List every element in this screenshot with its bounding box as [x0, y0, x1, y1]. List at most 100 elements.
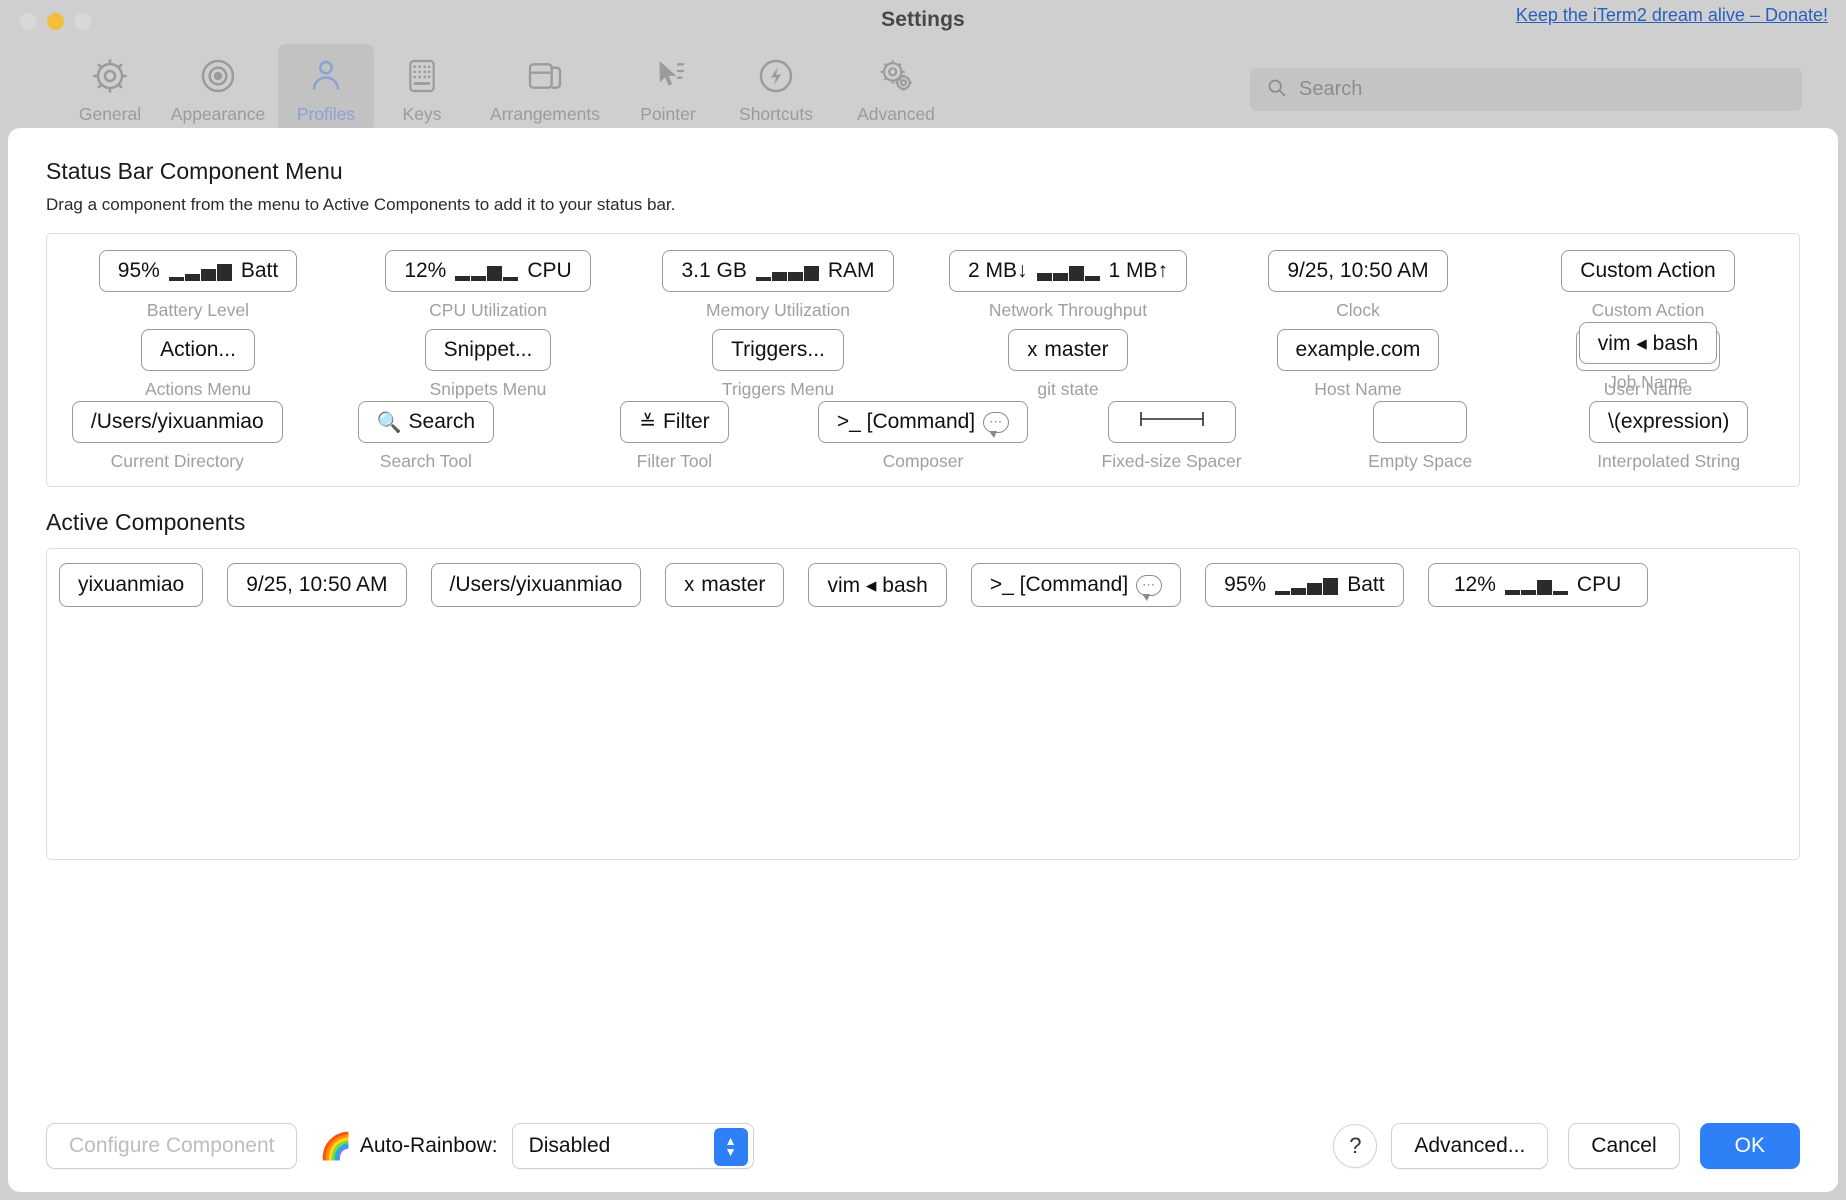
active-chip-job[interactable]: vim ◂ bash [808, 563, 946, 607]
magnifier-icon: 🔍 [377, 410, 402, 435]
component-label: Interpolated String [1597, 451, 1740, 472]
component-current-directory[interactable]: /Users/yixuanmiao Current Directory [53, 401, 302, 472]
chip-git[interactable]: x master [1008, 329, 1127, 371]
tab-keys-label: Keys [403, 104, 442, 125]
component-memory-utilization[interactable]: 3.1 GB RAM Memory Utilization [633, 250, 923, 321]
chip-filter[interactable]: ≚ Filter [620, 401, 728, 443]
chip-cpu[interactable]: 12% CPU [385, 250, 590, 292]
tab-keys[interactable]: Keys [374, 44, 470, 125]
active-chip-battery[interactable]: 95% Batt [1205, 563, 1403, 607]
tab-shortcuts[interactable]: Shortcuts [716, 44, 836, 125]
chip-battery[interactable]: 95% Batt [99, 250, 297, 292]
component-filter-tool[interactable]: ≚ Filter Filter Tool [550, 401, 799, 472]
chip-composer[interactable]: >_ [Command] ⋯ [818, 401, 1028, 443]
chip-ram[interactable]: 3.1 GB RAM [662, 250, 893, 292]
sparkline [455, 261, 518, 281]
donate-link[interactable]: Keep the iTerm2 dream alive – Donate! [1516, 5, 1828, 26]
tab-arrangements-label: Arrangements [490, 104, 600, 125]
tab-advanced[interactable]: Advanced [836, 44, 956, 125]
filter-icon: ≚ [639, 410, 656, 435]
component-label: Clock [1336, 300, 1380, 321]
component-label: Empty Space [1368, 451, 1472, 472]
tab-pointer-label: Pointer [640, 104, 695, 125]
chip-cwd[interactable]: /Users/yixuanmiao [72, 401, 283, 443]
component-interpolated-string[interactable]: \(expression) Interpolated String [1544, 401, 1793, 472]
active-components-panel[interactable]: yixuanmiao 9/25, 10:50 AM /Users/yixuanm… [46, 548, 1800, 860]
component-label: Network Throughput [989, 300, 1147, 321]
search-placeholder: Search [1299, 78, 1362, 101]
component-composer[interactable]: >_ [Command] ⋯ Composer [799, 401, 1048, 472]
auto-rainbow-value: Disabled [529, 1134, 611, 1158]
component-actions-menu[interactable]: Action... Actions Menu [53, 329, 343, 400]
chip-actions[interactable]: Action... [141, 329, 255, 371]
chip-job[interactable]: vim ◂ bash [1579, 322, 1717, 364]
component-label: CPU Utilization [429, 300, 547, 321]
component-host-name[interactable]: example.com Host Name [1213, 329, 1503, 400]
chip-network[interactable]: 2 MB↓ 1 MB↑ [949, 250, 1187, 292]
chip-custom-action[interactable]: Custom Action [1561, 250, 1734, 292]
component-job-name[interactable]: vim ◂ bash Job Name [1503, 322, 1793, 393]
component-battery-level[interactable]: 95% Batt Battery Level [53, 250, 343, 321]
chip-text: Search [409, 410, 476, 434]
active-chip-cwd[interactable]: /Users/yixuanmiao [431, 563, 642, 607]
chip-text-before: 12% [1454, 573, 1496, 597]
search-input[interactable]: Search [1250, 68, 1802, 111]
cancel-button[interactable]: Cancel [1568, 1123, 1679, 1169]
keyboard-icon [402, 50, 442, 102]
tab-general[interactable]: General [62, 44, 158, 125]
spacer-arrows-icon [1137, 410, 1207, 434]
titlebar: Settings Keep the iTerm2 dream alive – D… [0, 0, 1846, 44]
sparkline [169, 261, 232, 281]
chip-triggers[interactable]: Triggers... [712, 329, 844, 371]
component-network-throughput[interactable]: 2 MB↓ 1 MB↑ Network Throughput [923, 250, 1213, 321]
sparkline [756, 261, 819, 281]
chip-clock[interactable]: 9/25, 10:50 AM [1268, 250, 1447, 292]
gear-icon [90, 50, 130, 102]
auto-rainbow-select[interactable]: Disabled ▲ ▼ [512, 1123, 754, 1169]
active-components-title: Active Components [46, 509, 1800, 536]
chip-interpolated[interactable]: \(expression) [1589, 401, 1748, 443]
chip-host[interactable]: example.com [1277, 329, 1440, 371]
component-triggers-menu[interactable]: Triggers... Triggers Menu [633, 329, 923, 400]
tab-profiles[interactable]: Profiles [278, 44, 374, 131]
active-chip-clock[interactable]: 9/25, 10:50 AM [227, 563, 406, 607]
component-row: 95% Batt Battery Level 12% CPU [53, 250, 1793, 321]
component-snippets-menu[interactable]: Snippet... Snippets Menu [343, 329, 633, 400]
component-custom-action[interactable]: Custom Action Custom Action [1503, 250, 1793, 321]
tab-appearance[interactable]: Appearance [158, 44, 278, 125]
stepper-icon[interactable]: ▲ ▼ [714, 1128, 748, 1166]
component-empty-space[interactable]: Empty Space [1296, 401, 1545, 472]
tab-pointer[interactable]: Pointer [620, 44, 716, 125]
component-fixed-size-spacer[interactable]: Fixed-size Spacer [1047, 401, 1296, 472]
active-chip-git[interactable]: x master [665, 563, 784, 607]
chip-text-before: 95% [1224, 573, 1266, 597]
chip-search[interactable]: 🔍 Search [358, 401, 494, 443]
component-label: Triggers Menu [722, 379, 834, 400]
component-clock[interactable]: 9/25, 10:50 AM Clock [1213, 250, 1503, 321]
tab-arrangements[interactable]: Arrangements [470, 44, 620, 125]
advanced-button[interactable]: Advanced... [1391, 1123, 1548, 1169]
active-chip-user[interactable]: yixuanmiao [59, 563, 203, 607]
configure-component-button[interactable]: Configure Component [46, 1123, 297, 1169]
component-row: /Users/yixuanmiao Current Directory 🔍 Se… [53, 401, 1793, 472]
sparkline [1037, 261, 1100, 281]
tab-advanced-label: Advanced [857, 104, 935, 125]
chip-snippets[interactable]: Snippet... [425, 329, 552, 371]
ok-button[interactable]: OK [1700, 1123, 1800, 1169]
active-chip-cpu[interactable]: 12% CPU [1428, 563, 1648, 607]
component-cpu-utilization[interactable]: 12% CPU CPU Utilization [343, 250, 633, 321]
chip-spacer[interactable] [1108, 401, 1236, 443]
component-search-tool[interactable]: 🔍 Search Search Tool [302, 401, 551, 472]
page-subtitle: Drag a component from the menu to Active… [46, 195, 1800, 215]
active-chip-composer[interactable]: >_ [Command] ⋯ [971, 563, 1181, 607]
component-git-state[interactable]: x master git state [923, 329, 1213, 400]
chip-text-after: CPU [1577, 573, 1621, 597]
bolt-circle-icon [756, 50, 796, 102]
rainbow-icon: 🌈 [319, 1131, 351, 1162]
chip-text: master [701, 573, 765, 597]
chip-empty[interactable] [1373, 401, 1467, 443]
chip-text-before: 95% [118, 259, 160, 283]
help-button[interactable]: ? [1333, 1124, 1377, 1168]
chip-text-after: Batt [241, 259, 278, 283]
chevron-down-icon: ▼ [725, 1147, 737, 1158]
